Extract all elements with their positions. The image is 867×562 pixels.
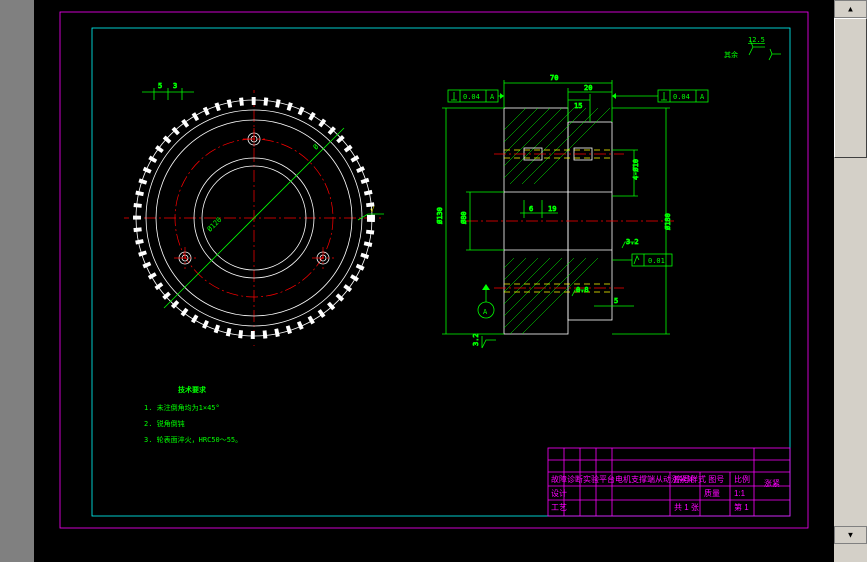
tech-title: 技术要求 (178, 385, 207, 394)
chevron-down-icon: ▼ (847, 531, 855, 540)
tb-r3c1: 工艺 (551, 503, 567, 512)
surface-value: 12.5 (748, 36, 765, 44)
svg-text:√: √ (370, 206, 375, 214)
surface-finish-note: 其余 12.5 (724, 36, 781, 60)
svg-text:4-Ø10: 4-Ø10 (632, 159, 640, 180)
gear-diam-text: Ø (312, 140, 324, 152)
tb-r1c3: 序号样式 图号 (674, 474, 724, 484)
scroll-up-button[interactable]: ▲ (834, 0, 867, 18)
svg-text:0.01: 0.01 (648, 257, 665, 265)
gear-top-dims: 5 3 (142, 82, 194, 100)
gdt-left: 0.04 A (448, 90, 504, 102)
svg-text:15: 15 (574, 102, 582, 110)
svg-text:5: 5 (158, 82, 162, 90)
svg-text:Ø180: Ø180 (664, 213, 672, 230)
perpendicularity-icon (451, 92, 457, 100)
cad-drawing-svg: 其余 12.5 (34, 0, 834, 562)
vertical-scrollbar[interactable]: ▲ ▼ (834, 0, 867, 562)
tb-part: 涨紧 (764, 478, 780, 488)
gear-front-view: Ø Ø120 5 3 √ (124, 82, 384, 346)
svg-text:19: 19 (548, 205, 556, 213)
viewport: 其余 12.5 (0, 0, 867, 562)
svg-text:0.04: 0.04 (463, 93, 480, 101)
tech-requirements: 技术要求 1. 未注倒角均为1×45° 2. 锐角倒钝 3. 轮表面淬火，HRC… (144, 385, 242, 444)
svg-text:6: 6 (529, 205, 533, 213)
sec-bottom-dims: 0.8 5 3.2 (472, 286, 634, 348)
svg-text:3.2: 3.2 (472, 333, 480, 346)
svg-text:Ø80: Ø80 (460, 211, 468, 224)
runout-icon (634, 256, 639, 264)
tb-r3c4: 第 1 (734, 502, 749, 512)
datum-a: A (478, 284, 494, 318)
surface-label: 其余 (724, 50, 738, 59)
tb-r3c3: 共 1 张 (674, 503, 699, 512)
scroll-down-button[interactable]: ▼ (834, 526, 867, 544)
svg-text:3: 3 (173, 82, 177, 90)
svg-text:0.04: 0.04 (673, 93, 690, 101)
scroll-thumb[interactable] (834, 18, 867, 158)
tb-r2c4: 1:1 (734, 489, 746, 498)
gear-bore-text: Ø120 (206, 216, 224, 234)
section-view: 70 20 15 0.04 A (436, 0, 708, 362)
gdt-right: 0.04 A (612, 90, 708, 102)
tb-r2c1: 设计 (551, 488, 567, 498)
svg-text:A: A (700, 93, 705, 101)
tech-item-1: 1. 未注倒角均为1×45° (144, 403, 220, 412)
tb-r2c3: 质量 (704, 488, 720, 498)
sec-hatch-upper (494, 0, 634, 224)
svg-text:Ø130: Ø130 (436, 207, 444, 224)
gdt-runout: 0.01 (612, 254, 672, 266)
sec-center-dims: 6 19 (520, 200, 558, 218)
sec-top-dims: 70 20 15 (504, 74, 612, 122)
perpendicularity-icon (661, 92, 667, 100)
svg-text:20: 20 (584, 84, 592, 92)
drawing-area[interactable]: 其余 12.5 (34, 0, 834, 562)
title-block: 故障诊断实验平台电机支撑端从动涨紧轮 序号样式 图号 比例 涨紧 设计 质量 1… (548, 448, 790, 516)
tech-item-2: 2. 锐角倒钝 (144, 419, 185, 428)
tb-r1c4: 比例 (734, 474, 750, 484)
chevron-up-icon: ▲ (847, 5, 855, 14)
svg-text:A: A (483, 308, 488, 316)
surface-triangle-icon-small (769, 49, 781, 60)
svg-text:A: A (490, 93, 495, 101)
tech-item-3: 3. 轮表面淬火，HRC50～55。 (144, 435, 242, 444)
svg-text:70: 70 (550, 74, 558, 82)
svg-text:5: 5 (614, 297, 618, 305)
